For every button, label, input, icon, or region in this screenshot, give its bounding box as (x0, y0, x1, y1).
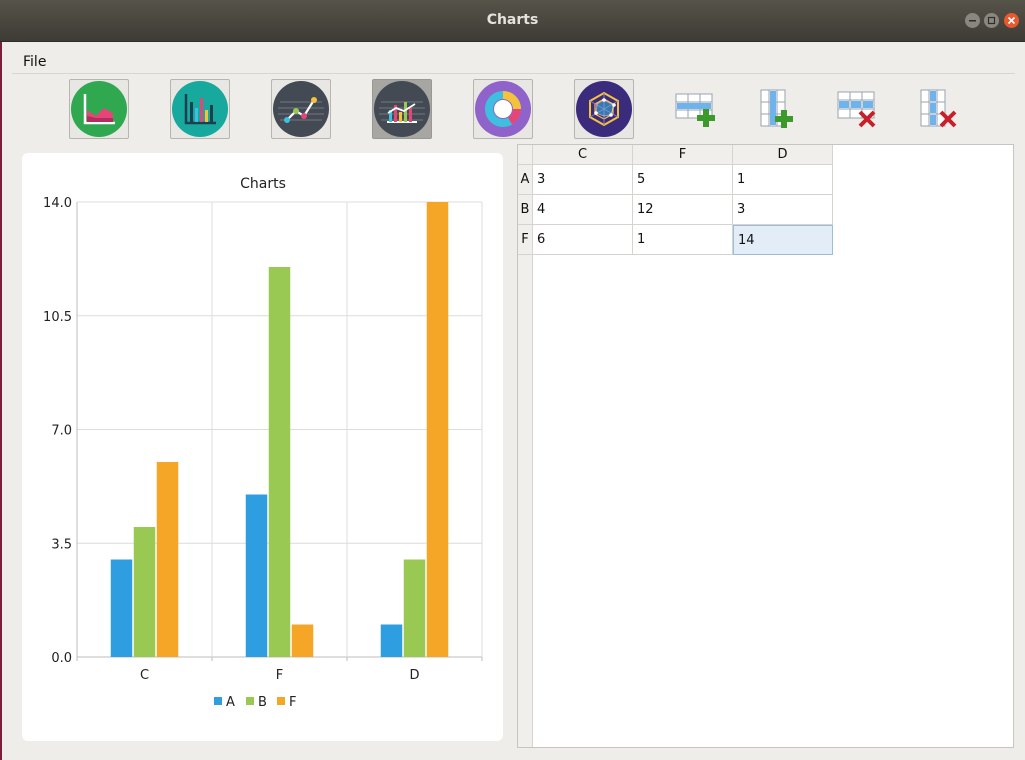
radar-chart-icon (576, 81, 632, 137)
bar-A-C (110, 559, 133, 657)
delete-column-button[interactable] (917, 88, 959, 130)
line-chart-button[interactable] (271, 79, 331, 139)
bar-F-D (426, 202, 449, 657)
delete-column-icon (920, 89, 957, 128)
table-cell[interactable]: 1 (633, 225, 733, 255)
chart-panel: Charts 0.0 3.5 7.0 10.5 14.0 C F D A B F (22, 153, 503, 741)
y-tick-label: 3.5 (51, 537, 72, 552)
bar-B-F (268, 267, 291, 657)
title-bar[interactable]: Charts (0, 0, 1025, 42)
data-table[interactable]: C F D A 3 5 1 B 4 12 3 F 6 1 14 (517, 144, 1014, 748)
donut-chart-icon (475, 81, 531, 137)
delete-row-button[interactable] (836, 88, 878, 130)
column-header[interactable]: F (633, 145, 733, 165)
row-header-strip (518, 255, 533, 747)
bar-F-C (156, 462, 179, 657)
table-cell-selected[interactable]: 14 (733, 225, 833, 255)
row-header[interactable]: F (518, 225, 533, 255)
add-row-icon (675, 93, 715, 127)
table-cell[interactable]: 3 (733, 195, 833, 225)
delete-row-icon (837, 91, 876, 128)
column-header[interactable]: C (533, 145, 633, 165)
menu-file[interactable]: File (23, 54, 46, 70)
bar-chart: Charts 0.03.57.010.514.0C F DA B F (43, 176, 483, 710)
bar-B-D (403, 559, 426, 657)
table-cell[interactable]: 3 (533, 165, 633, 195)
radar-chart-button[interactable] (574, 79, 634, 139)
combo-chart-button[interactable] (372, 79, 432, 139)
add-column-button[interactable] (755, 88, 797, 130)
chart-title: Charts (240, 176, 286, 192)
x-tick-label: D (409, 668, 419, 683)
table-cell[interactable]: 4 (533, 195, 633, 225)
menu-bar: File (12, 41, 1015, 74)
area-chart-icon (71, 81, 127, 137)
legend-label: A (226, 695, 235, 710)
legend-swatch-A (214, 697, 222, 705)
table-cell[interactable]: 12 (633, 195, 733, 225)
bar-B-C (133, 527, 156, 657)
table-cell[interactable]: 5 (633, 165, 733, 195)
y-tick-label: 10.5 (43, 310, 72, 325)
y-tick-label: 0.0 (51, 651, 72, 666)
bar-A-D (380, 624, 403, 657)
column-header[interactable]: D (733, 145, 833, 165)
main-window: Charts File Charts 0.0 3.5 7.0 10.5 14.0… (0, 0, 1025, 760)
combo-chart-icon (374, 81, 430, 137)
table-cell[interactable]: 1 (733, 165, 833, 195)
legend-label: F (289, 695, 296, 710)
line-chart-icon (273, 81, 329, 137)
legend-swatch-F (277, 697, 285, 705)
table-corner[interactable] (518, 145, 533, 165)
close-icon (1007, 16, 1016, 25)
maximize-button[interactable] (984, 13, 999, 28)
bar-F-F (291, 624, 314, 657)
x-tick-label: C (140, 668, 149, 683)
y-tick-label: 7.0 (51, 424, 72, 439)
row-header[interactable]: B (518, 195, 533, 225)
donut-chart-button[interactable] (473, 79, 533, 139)
maximize-icon (987, 16, 996, 25)
legend-swatch-B (246, 697, 254, 705)
y-tick-label: 14.0 (43, 196, 72, 211)
bar-A-F (245, 494, 268, 657)
add-column-icon (760, 89, 793, 128)
close-button[interactable] (1004, 13, 1019, 28)
minimize-button[interactable] (965, 13, 980, 28)
row-header[interactable]: A (518, 165, 533, 195)
minimize-icon (969, 20, 976, 22)
bar-chart-icon (172, 81, 228, 137)
bar-chart-button[interactable] (170, 79, 230, 139)
table-cell[interactable]: 6 (533, 225, 633, 255)
window-title: Charts (486, 12, 539, 28)
area-chart-button[interactable] (69, 79, 129, 139)
legend-label: B (258, 695, 267, 710)
x-tick-label: F (276, 668, 283, 683)
add-row-button[interactable] (674, 88, 716, 130)
